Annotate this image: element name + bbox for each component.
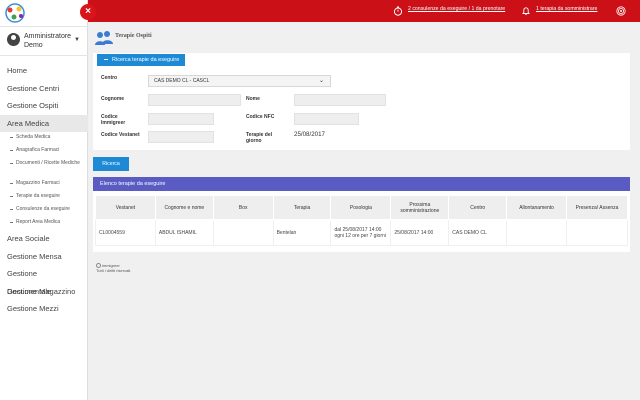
column-header-prossima-somministrazione[interactable]: Prossima somministrazione bbox=[390, 195, 450, 220]
codice-immigreer-input[interactable] bbox=[148, 113, 214, 125]
chevron-down-icon: ⌄ bbox=[318, 78, 324, 84]
terapie-giorno-label: Terapie del giorno bbox=[246, 132, 273, 144]
sidebar: Amministratore Demo ▼ Home Gestione Cent… bbox=[0, 0, 88, 400]
column-header-cognome-nome[interactable]: Cognome e nome bbox=[154, 195, 214, 220]
codice-vestanet-input[interactable] bbox=[148, 131, 214, 143]
users-group-icon bbox=[95, 31, 113, 45]
nome-input[interactable] bbox=[294, 94, 386, 106]
submenu-item-magazzino-farmaci[interactable]: Magazzino Farmaci bbox=[0, 178, 88, 191]
submenu-item-terapie[interactable]: Terapie da eseguire bbox=[0, 191, 88, 204]
submenu-item-anagrafica-farmaci[interactable]: Anagrafica Farmaci bbox=[0, 145, 88, 158]
app-logo bbox=[5, 3, 25, 23]
column-header-vestanet[interactable]: Vestanet bbox=[95, 195, 156, 220]
submenu-item-scheda-medica[interactable]: Scheda Medica bbox=[0, 132, 88, 145]
submenu-item-report[interactable]: Report Area Medica bbox=[0, 217, 88, 230]
cell-presenza-assenza bbox=[566, 219, 628, 246]
sidebar-item-area-sociale[interactable]: Area Sociale bbox=[0, 230, 88, 248]
sidebar-item-area-medica[interactable]: Area Medica bbox=[0, 114, 88, 132]
codice-nfc-input[interactable] bbox=[294, 113, 359, 125]
wireless-icon[interactable] bbox=[616, 6, 626, 16]
cell-vestanet: CL0004559 bbox=[95, 219, 156, 246]
submenu-item-consulenze[interactable]: Consulenze da eseguire bbox=[0, 204, 88, 217]
user-name: Amministratore Demo bbox=[24, 33, 72, 49]
user-avatar-icon bbox=[7, 33, 20, 46]
column-header-box[interactable]: Box bbox=[212, 195, 274, 220]
table-header-row: Vestanet Cognome e nome Box Terapia Poso… bbox=[95, 195, 628, 220]
sidebar-item-gestione-mezzi[interactable]: Gestione Mezzi bbox=[0, 300, 88, 318]
column-header-centro[interactable]: Centro bbox=[448, 195, 508, 220]
footer-rights: Tutti i diritti riservati. bbox=[96, 268, 132, 274]
top-bar: 2 consulenze da eseguire / 1 da prenotar… bbox=[88, 0, 640, 22]
codice-nfc-label: Codice NFC bbox=[246, 114, 275, 120]
sidebar-item-gestione-mensa[interactable]: Gestione Mensa bbox=[0, 248, 88, 266]
sidebar-menu: Home Gestione Centri Gestione Ospiti Are… bbox=[0, 62, 88, 318]
consulenze-link[interactable]: 2 consulenze da eseguire / 1 da prenotar… bbox=[408, 6, 505, 12]
cell-allontanamento bbox=[506, 219, 568, 246]
table-row[interactable]: CL0004559 ABDUL ISHAMIL Bentelan dal 25/… bbox=[95, 219, 628, 246]
sidebar-item-home[interactable]: Home bbox=[0, 62, 88, 80]
cell-terapia: Bentelan bbox=[272, 219, 332, 246]
sidebar-item-gestione-documentale[interactable]: Gestione Documentale bbox=[0, 265, 88, 296]
cell-cognome-nome: ABDUL ISHAMIL bbox=[154, 219, 214, 246]
page-title: Terapie Ospiti bbox=[115, 33, 152, 39]
nome-label: Nome bbox=[246, 96, 260, 102]
submenu-item-documenti-ricette[interactable]: Documenti / Ricette Mediche bbox=[0, 158, 88, 178]
cognome-label: Cognome bbox=[101, 96, 125, 102]
chevron-down-icon[interactable]: ▼ bbox=[74, 37, 80, 43]
search-button[interactable]: Ricerca bbox=[93, 157, 129, 171]
user-menu[interactable]: Amministratore Demo ▼ bbox=[0, 26, 88, 56]
cell-centro: CAS DEMO CL bbox=[448, 219, 508, 246]
footer-brand: immigreer bbox=[102, 263, 120, 268]
sidebar-item-gestione-centri[interactable]: Gestione Centri bbox=[0, 80, 88, 98]
cognome-input[interactable] bbox=[148, 94, 241, 106]
cell-prossima-somministrazione: 25/08/2017 14:00 bbox=[390, 219, 450, 246]
terapia-link[interactable]: 1 terapia da somministrare bbox=[536, 6, 597, 12]
minus-icon bbox=[104, 58, 108, 61]
terapie-giorno-value[interactable]: 25/08/2017 bbox=[294, 131, 325, 138]
sidebar-item-gestione-ospiti[interactable]: Gestione Ospiti bbox=[0, 97, 88, 115]
codice-vestanet-label: Codice Vestanet bbox=[101, 132, 140, 138]
cell-posologia: dal 25/08/2017 14:00 ogni 12 ore per 7 g… bbox=[330, 219, 392, 246]
column-header-terapia[interactable]: Terapia bbox=[272, 195, 332, 220]
column-header-presenza-assenza[interactable]: Presenza/ Assenza bbox=[566, 195, 628, 220]
cell-box bbox=[212, 219, 274, 246]
sidebar-item-gestione-magazzino[interactable]: Gestione Magazzino bbox=[0, 283, 88, 301]
bell-icon bbox=[522, 7, 530, 16]
stopwatch-icon bbox=[393, 6, 403, 16]
therapy-list-title: Elenco terapie da eseguire bbox=[93, 177, 630, 191]
centro-label: Centro bbox=[101, 75, 118, 81]
therapy-table: Vestanet Cognome e nome Box Terapia Poso… bbox=[95, 195, 628, 246]
close-sidebar-button[interactable]: × bbox=[80, 4, 96, 20]
column-header-posologia[interactable]: Posologia bbox=[330, 195, 392, 220]
codice-immigreer-label: Codice Immigreer bbox=[101, 114, 126, 126]
centro-select[interactable]: CAS DEMO CL - CASCL ⌄ bbox=[148, 75, 331, 87]
footer: immigreer Tutti i diritti riservati. bbox=[96, 263, 131, 273]
column-header-allontanamento[interactable]: Allontanamento bbox=[506, 195, 568, 220]
search-toggle-button[interactable]: Ricerca terapie da eseguire bbox=[97, 54, 185, 66]
